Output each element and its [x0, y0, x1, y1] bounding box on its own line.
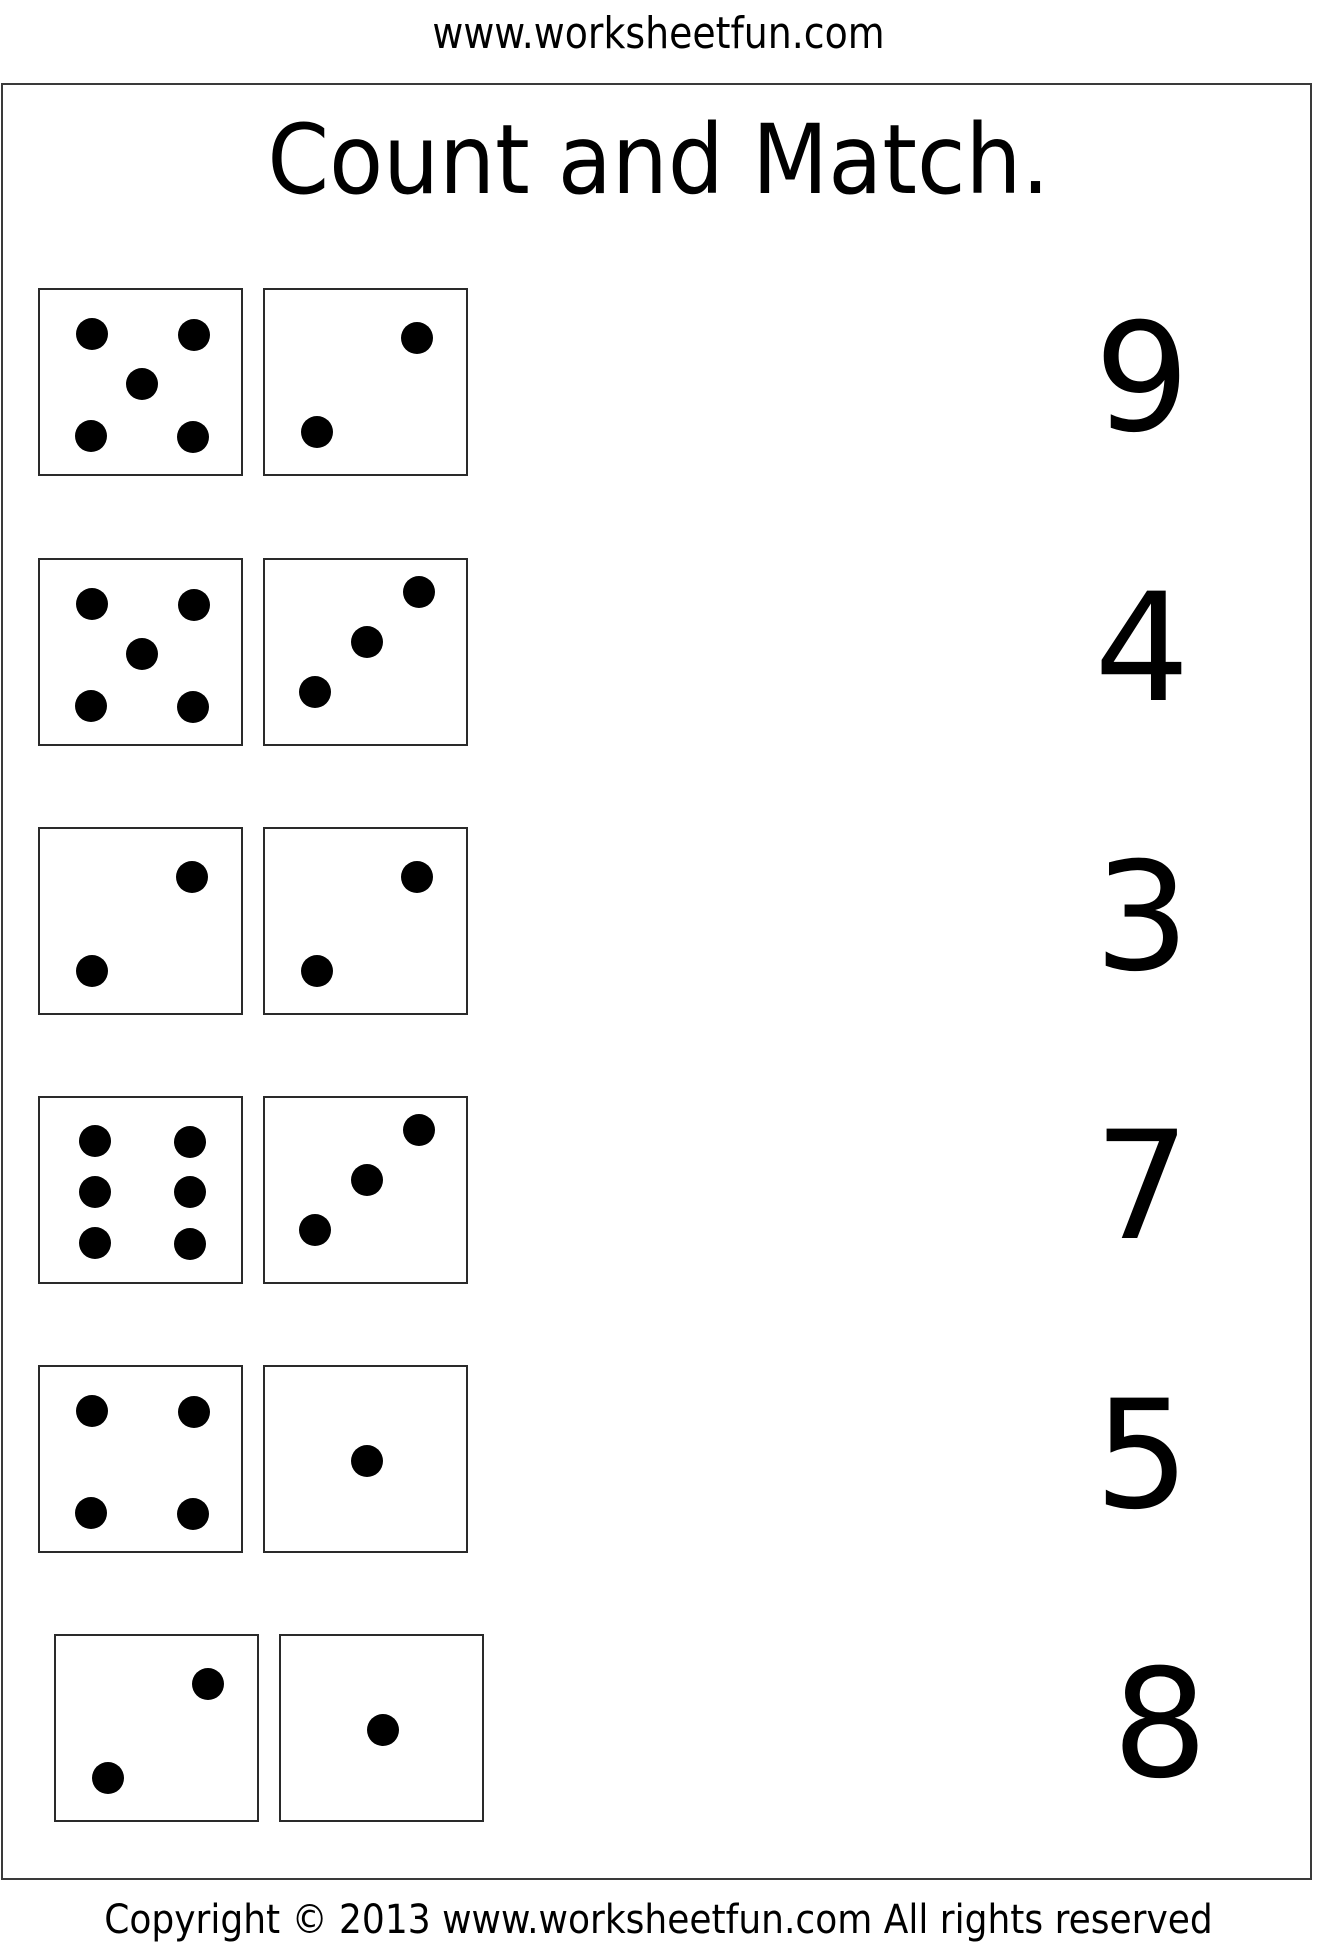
- dice-face-left: [38, 827, 243, 1015]
- dice-pip: [79, 1125, 111, 1157]
- dice-face-left: [38, 1096, 243, 1284]
- dice-face-right: [263, 1096, 468, 1284]
- dice-pip: [299, 1214, 331, 1246]
- dice-face-left: [38, 558, 243, 746]
- dice-pip: [75, 690, 107, 722]
- exercise-row: 4: [0, 558, 1317, 748]
- dice-pip: [76, 955, 108, 987]
- dice-face-right: [279, 1634, 484, 1822]
- dice-pip: [403, 1114, 435, 1146]
- dice-pip: [178, 319, 210, 351]
- dice-pip: [177, 1498, 209, 1530]
- dice-pip: [178, 1396, 210, 1428]
- dice-pip: [76, 588, 108, 620]
- dice-pip: [75, 1497, 107, 1529]
- match-numeral[interactable]: 5: [1072, 1381, 1212, 1531]
- dice-pip: [192, 1668, 224, 1700]
- worksheet-title: Count and Match.: [267, 104, 1050, 216]
- dice-pip: [75, 420, 107, 452]
- dice-pip: [178, 589, 210, 621]
- match-numeral[interactable]: 8: [1090, 1650, 1230, 1800]
- dice-pip: [177, 691, 209, 723]
- match-numeral[interactable]: 9: [1072, 304, 1212, 454]
- copyright-footer: Copyright © 2013 www.worksheetfun.com Al…: [104, 1897, 1213, 1943]
- dice-pip: [351, 626, 383, 658]
- dice-face-right: [263, 827, 468, 1015]
- exercise-row: 8: [0, 1634, 1317, 1824]
- exercise-row: 9: [0, 288, 1317, 478]
- dice-pip: [79, 1227, 111, 1259]
- dice-pip: [401, 861, 433, 893]
- exercise-row: 7: [0, 1096, 1317, 1286]
- dice-pip: [177, 421, 209, 453]
- dice-pip: [126, 368, 158, 400]
- exercise-row: 5: [0, 1365, 1317, 1555]
- dice-face-right: [263, 558, 468, 746]
- dice-pip: [76, 1395, 108, 1427]
- dice-pip: [174, 1228, 206, 1260]
- dice-face-left: [38, 1365, 243, 1553]
- dice-pip: [403, 576, 435, 608]
- dice-pip: [367, 1714, 399, 1746]
- dice-pip: [401, 322, 433, 354]
- dice-pip: [174, 1176, 206, 1208]
- dice-face-left: [38, 288, 243, 476]
- dice-pip: [76, 318, 108, 350]
- match-numeral[interactable]: 7: [1072, 1112, 1212, 1262]
- dice-pip: [351, 1445, 383, 1477]
- match-numeral[interactable]: 3: [1072, 843, 1212, 993]
- dice-pip: [299, 676, 331, 708]
- dice-face-left: [54, 1634, 259, 1822]
- dice-pip: [174, 1126, 206, 1158]
- dice-face-right: [263, 1365, 468, 1553]
- site-header: www.worksheetfun.com: [432, 8, 885, 59]
- dice-pip: [176, 861, 208, 893]
- dice-face-right: [263, 288, 468, 476]
- dice-pip: [301, 416, 333, 448]
- dice-pip: [79, 1176, 111, 1208]
- dice-pip: [301, 955, 333, 987]
- exercise-row: 3: [0, 827, 1317, 1017]
- dice-pip: [92, 1762, 124, 1794]
- match-numeral[interactable]: 4: [1072, 574, 1212, 724]
- dice-pip: [351, 1164, 383, 1196]
- dice-pip: [126, 638, 158, 670]
